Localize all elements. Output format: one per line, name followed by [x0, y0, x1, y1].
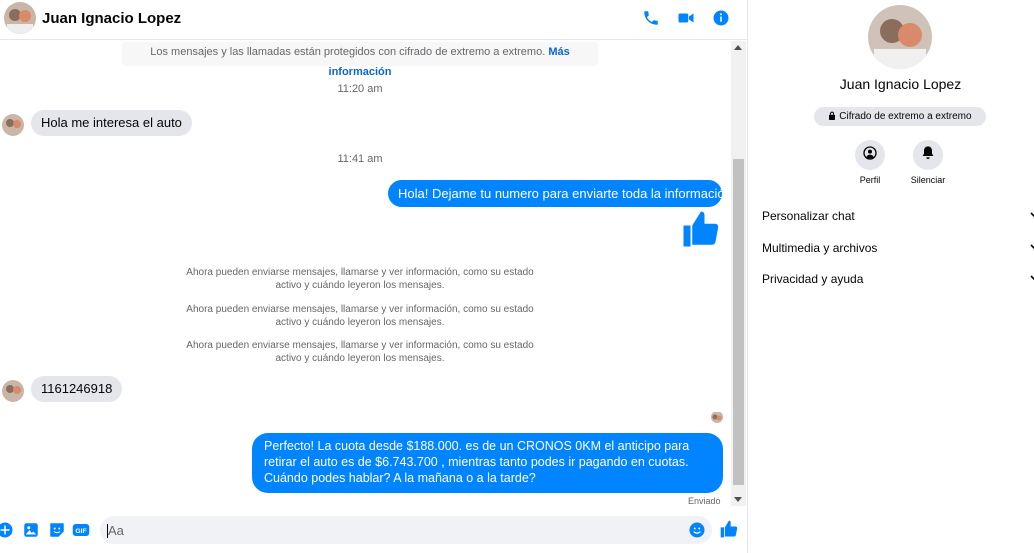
scrollbar[interactable]: [731, 41, 746, 506]
plus-icon[interactable]: [0, 521, 14, 539]
contact-avatar-small[interactable]: [2, 380, 24, 402]
profile-avatar[interactable]: [868, 5, 932, 69]
scroll-up-arrow[interactable]: [734, 45, 742, 50]
seen-indicator-avatar: [711, 411, 723, 423]
profile-circle: [855, 140, 885, 170]
contact-info-panel: Juan Ignacio Lopez Cifrado de extremo a …: [747, 0, 1034, 553]
composer: GIF: [0, 512, 747, 553]
chevron-down-icon: [1030, 205, 1034, 227]
message-input[interactable]: [100, 516, 712, 544]
gif-label: GIF: [75, 528, 86, 535]
encryption-badge[interactable]: Cifrado de extremo a extremo: [814, 107, 986, 126]
mute-label: Silenciar: [910, 175, 946, 185]
info-icon[interactable]: [712, 9, 732, 29]
system-notice: Ahora pueden enviarse mensajes, llamarse…: [186, 340, 534, 364]
gif-icon[interactable]: GIF: [72, 521, 90, 539]
profile-icon: [862, 145, 878, 166]
contact-avatar-small[interactable]: [2, 114, 24, 136]
timestamp: 11:41 am: [337, 153, 383, 165]
menu-customize-chat[interactable]: Personalizar chat: [762, 205, 1034, 227]
emoji-icon[interactable]: [688, 521, 706, 539]
image-icon[interactable]: [22, 521, 40, 539]
encryption-notice-text: Los mensajes y las llamadas están proteg…: [150, 46, 546, 58]
profile-label: Perfil: [859, 175, 881, 185]
incoming-message[interactable]: Hola me interesa el auto: [31, 110, 192, 136]
thumbs-up-icon[interactable]: [719, 519, 738, 538]
chevron-down-icon: [1030, 268, 1034, 290]
messenger-app: Juan Ignacio Lopez Los mensajes y las ll…: [0, 0, 1034, 553]
mute-button[interactable]: Silenciar: [898, 140, 958, 185]
encryption-badge-label: Cifrado de extremo a extremo: [839, 111, 972, 122]
outgoing-message[interactable]: Perfecto! La cuota desde $188.000. es de…: [252, 433, 723, 493]
system-notice: Ahora pueden enviarse mensajes, llamarse…: [186, 304, 534, 328]
system-notice: Ahora pueden enviarse mensajes, llamarse…: [186, 267, 534, 291]
chevron-down-icon: [1030, 237, 1034, 259]
thumbs-up-sticker: [680, 208, 722, 250]
menu-label: Multimedia y archivos: [762, 241, 878, 255]
menu-privacy-help[interactable]: Privacidad y ayuda: [762, 268, 1034, 290]
menu-media-files[interactable]: Multimedia y archivos: [762, 237, 1034, 259]
timestamp: 11:20 am: [337, 83, 383, 95]
mute-circle: [913, 140, 943, 170]
scrollbar-thumb[interactable]: [733, 159, 744, 485]
chat-column: Juan Ignacio Lopez Los mensajes y las ll…: [0, 0, 747, 553]
bell-icon: [920, 145, 936, 166]
outgoing-message[interactable]: Hola! Dejame tu numero para enviarte tod…: [388, 180, 735, 207]
contact-name[interactable]: Juan Ignacio Lopez: [42, 10, 181, 27]
profile-name: Juan Ignacio Lopez: [839, 76, 962, 92]
message-status: Enviado: [688, 496, 721, 506]
lock-icon: [828, 111, 839, 122]
incoming-message[interactable]: 1161246918: [31, 376, 123, 402]
profile-button[interactable]: Perfil: [840, 140, 900, 185]
sticker-icon[interactable]: [48, 521, 66, 539]
chat-header: Juan Ignacio Lopez: [0, 0, 747, 40]
text-caret: [107, 524, 108, 538]
menu-label: Privacidad y ayuda: [762, 272, 864, 286]
encryption-notice: Los mensajes y las llamadas están proteg…: [122, 42, 598, 78]
menu-label: Personalizar chat: [762, 209, 855, 223]
contact-avatar[interactable]: [4, 2, 36, 34]
video-icon[interactable]: [677, 9, 697, 29]
scroll-down-arrow[interactable]: [734, 497, 742, 502]
phone-icon[interactable]: [642, 9, 662, 29]
